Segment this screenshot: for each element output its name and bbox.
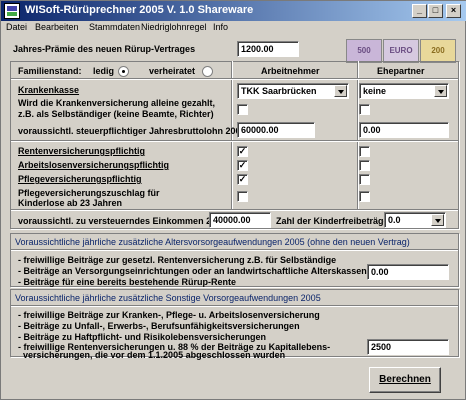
alleine-ehepartner-checkbox[interactable] xyxy=(359,104,370,115)
column-divider-2 xyxy=(357,61,358,210)
sonstige-item-5: versicherungen, die vor dem 1.1.2005 abg… xyxy=(18,350,286,360)
chevron-down-icon xyxy=(434,85,447,97)
sonstige-divider xyxy=(11,305,458,306)
close-icon[interactable]: × xyxy=(446,4,461,18)
pflege-arbeitnehmer-checkbox[interactable]: ✓ xyxy=(237,174,248,185)
alters-item-1: - freiwillige Beiträge zur gesetzl. Rent… xyxy=(18,255,337,265)
ledig-label: ledig xyxy=(93,66,115,76)
banknote-500: 500 xyxy=(346,39,382,63)
kinder-value: 0.0 xyxy=(388,215,401,225)
arbeitslosen-arbeitnehmer-checkbox[interactable]: ✓ xyxy=(237,160,248,171)
pflege-ehepartner-checkbox[interactable] xyxy=(359,174,370,185)
minimize-icon[interactable]: _ xyxy=(412,4,427,18)
alters-item-3: - Beiträge für eine bereits bestehende R… xyxy=(18,277,237,287)
menu-niedriglohnregel[interactable]: Niedriglohnregel xyxy=(141,22,207,32)
pflege-label: Pflegeversicherungspflichtig xyxy=(18,174,142,184)
renten-label: Rentenversicherungspflichtig xyxy=(18,146,146,156)
einkommen-input[interactable]: 40000.00 xyxy=(209,212,271,228)
einkommen-label: voraussichtl. zu versteuerndes Einkommen… xyxy=(18,216,227,226)
berechnen-button[interactable]: Berechnen xyxy=(369,367,441,393)
banknote-200: 200 xyxy=(420,39,456,63)
row-divider-2 xyxy=(11,209,458,210)
pflegezuschlag-label-line1: Pflegeversicherungszuschlag für xyxy=(18,188,160,198)
arbeitslosen-ehepartner-checkbox[interactable] xyxy=(359,160,370,171)
row-divider-1 xyxy=(11,140,458,141)
window-title: WISoft-Rürüprechner 2005 V. 1.0 Sharewar… xyxy=(25,4,254,16)
menu-bar: Datei Bearbeiten Stammdaten Niedriglohnr… xyxy=(1,21,466,35)
alters-title: Voraussichtliche jährliche zusätzliche A… xyxy=(15,237,410,247)
pflegezuschlag-label-line2: Kinderlose ab 23 Jahren xyxy=(18,198,123,208)
pflegezuschlag-arbeitnehmer-checkbox[interactable] xyxy=(237,191,248,202)
chevron-down-icon xyxy=(334,85,347,97)
ehepartner-header: Ehepartner xyxy=(377,66,425,76)
alters-input[interactable]: 0.00 xyxy=(367,264,449,280)
alleine-arbeitnehmer-checkbox[interactable] xyxy=(237,104,248,115)
menu-stammdaten[interactable]: Stammdaten xyxy=(89,22,140,32)
sonstige-title: Voraussichtliche jährliche zusätzliche S… xyxy=(15,293,321,303)
arbeitnehmer-header: Arbeitnehmer xyxy=(261,66,320,76)
arbeitslosen-label: Arbeitslosenversicherungspflichtig xyxy=(18,160,170,170)
sonstige-input[interactable]: 2500 xyxy=(367,339,449,355)
renten-ehepartner-checkbox[interactable] xyxy=(359,146,370,157)
alters-item-2: - Beiträge an Versorgungseinrichtungen o… xyxy=(18,266,367,276)
bruttolohn-arbeitnehmer-input[interactable]: 60000.00 xyxy=(237,122,315,138)
pflegezuschlag-ehepartner-checkbox[interactable] xyxy=(359,191,370,202)
krankenkasse-ehepartner-value: keine xyxy=(363,86,387,96)
bruttolohn-label: voraussichtl. steuerpflichtiger Jahresbr… xyxy=(18,126,246,136)
ledig-radio[interactable] xyxy=(118,66,129,77)
praemie-input[interactable]: 1200.00 xyxy=(237,41,299,57)
banknotes-image: 500 EURO 200 xyxy=(346,39,458,63)
alters-divider xyxy=(11,249,458,250)
familienstand-label: Familienstand: xyxy=(18,66,82,76)
kinder-label: Zahl der Kinderfreibeträge xyxy=(276,216,389,226)
kinder-select[interactable]: 0.0 xyxy=(384,212,446,228)
banknote-euro: EURO xyxy=(383,39,419,63)
title-bar: WISoft-Rürüprechner 2005 V. 1.0 Sharewar… xyxy=(1,1,466,21)
menu-datei[interactable]: Datei xyxy=(6,22,27,32)
berechnen-label: Berechnen xyxy=(379,374,431,385)
verheiratet-label: verheiratet xyxy=(149,66,196,76)
menu-info[interactable]: Info xyxy=(213,22,228,32)
sonstige-item-3: - Beiträge zu Haftpflicht- und Risikoleb… xyxy=(18,332,267,342)
alleine-label-line1: Wird die Krankenversicherung alleine gez… xyxy=(18,98,215,108)
app-window: WISoft-Rürüprechner 2005 V. 1.0 Sharewar… xyxy=(0,0,466,400)
krankenkasse-label: Krankenkasse xyxy=(18,85,80,95)
header-divider xyxy=(11,78,458,79)
menu-bearbeiten[interactable]: Bearbeiten xyxy=(35,22,79,32)
sonstige-item-2: - Beiträge zu Unfall-, Erwerbs-, Berufsu… xyxy=(18,321,300,331)
bruttolohn-ehepartner-input[interactable]: 0.00 xyxy=(359,122,449,138)
maximize-icon[interactable]: □ xyxy=(428,4,443,18)
krankenkasse-arbeitnehmer-select[interactable]: TKK Saarbrücken xyxy=(237,83,349,99)
verheiratet-radio[interactable] xyxy=(202,66,213,77)
krankenkasse-arbeitnehmer-value: TKK Saarbrücken xyxy=(241,86,317,96)
krankenkasse-ehepartner-select[interactable]: keine xyxy=(359,83,449,99)
alleine-label-line2: z.B. als Selbständiger (keine Beamte, Ri… xyxy=(18,109,214,119)
praemie-label: Jahres-Prämie des neuen Rürup-Vertrages xyxy=(13,44,196,54)
renten-arbeitnehmer-checkbox[interactable]: ✓ xyxy=(237,146,248,157)
app-icon xyxy=(4,3,20,19)
chevron-down-icon xyxy=(431,214,444,226)
sonstige-item-1: - freiwillige Beiträge zur Kranken-, Pfl… xyxy=(18,310,320,320)
